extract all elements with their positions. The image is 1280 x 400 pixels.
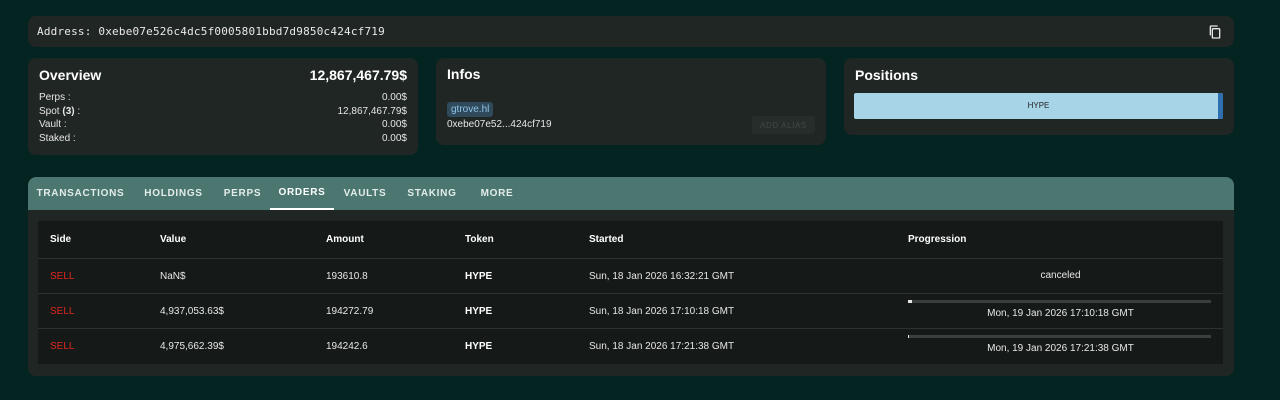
activity-panel: TRANSACTIONS HOLDINGS PERPS ORDERS VAULT… [28, 177, 1234, 376]
position-bar-tail [1218, 93, 1223, 119]
header-side: Side [50, 234, 72, 245]
overview-label: Spot (3) : [39, 105, 80, 119]
amount-cell: 194242.6 [326, 340, 368, 352]
overview-row-perps: Perps : 0.00$ [39, 91, 407, 105]
token-cell[interactable]: HYPE [465, 329, 492, 363]
positions-title: Positions [855, 67, 919, 83]
spot-label-suffix: : [74, 105, 81, 117]
started-cell: Sun, 18 Jan 2026 17:21:38 GMT [589, 340, 735, 352]
tab-transactions[interactable]: TRANSACTIONS [29, 177, 132, 210]
header-token: Token [465, 234, 494, 245]
token-cell[interactable]: HYPE [465, 259, 492, 293]
amount-cell: 193610.8 [326, 270, 368, 282]
value-cell: NaN$ [160, 270, 186, 282]
token-cell[interactable]: HYPE [465, 294, 492, 328]
tab-orders[interactable]: ORDERS [270, 177, 334, 210]
table-row[interactable]: SELL 4,975,662.39$ 194242.6 HYPE Sun, 18… [38, 328, 1223, 363]
progress-fill [908, 300, 912, 303]
overview-card: Overview 12,867,467.79$ Perps : 0.00$ Sp… [28, 58, 418, 155]
add-alias-button[interactable]: ADD ALIAS [752, 116, 815, 134]
wallet-address: Address: 0xebe07e526c4dc5f0005801bbd7d98… [37, 25, 385, 38]
progress-bar [908, 300, 1211, 303]
orders-table: Side Value Amount Token Started Progress… [38, 221, 1223, 364]
table-row[interactable]: SELL 4,937,053.63$ 194272.79 HYPE Sun, 1… [38, 293, 1223, 328]
table-header: Side Value Amount Token Started Progress… [38, 221, 1223, 258]
overview-title: Overview [39, 66, 102, 83]
infos-card: Infos gtrove.hl 0xebe07e52...424cf719 AD… [436, 58, 826, 145]
progression-end-date: Mon, 19 Jan 2026 17:10:18 GMT [987, 308, 1134, 319]
spot-count: (3) [62, 105, 75, 117]
value-cell: 4,975,662.39$ [160, 340, 224, 352]
side-cell: SELL [50, 340, 75, 352]
progress-fill [908, 335, 910, 338]
overview-total: 12,867,467.79$ [309, 66, 407, 83]
spot-label: Spot [39, 105, 63, 117]
overview-row-vault: Vault : 0.00$ [39, 118, 407, 132]
overview-value: 12,867,467.79$ [337, 105, 407, 117]
tab-bar: TRANSACTIONS HOLDINGS PERPS ORDERS VAULT… [28, 177, 1234, 210]
overview-value: 0.00$ [381, 119, 407, 130]
progression-status: canceled [1040, 270, 1081, 281]
overview-row-spot: Spot (3) : 12,867,467.79$ [39, 105, 407, 119]
overview-label: Staked : [39, 132, 76, 144]
header-amount: Amount [326, 234, 364, 245]
position-bar-hype[interactable]: HYPE [854, 93, 1223, 119]
value-cell: 4,937,053.63$ [160, 305, 224, 317]
amount-cell: 194272.79 [326, 305, 374, 317]
side-cell: SELL [50, 305, 75, 317]
started-cell: Sun, 18 Jan 2026 17:10:18 GMT [589, 305, 735, 317]
table-row[interactable]: SELL NaN$ 193610.8 HYPE Sun, 18 Jan 2026… [38, 258, 1223, 293]
tab-vaults[interactable]: VAULTS [334, 177, 396, 210]
progress-bar [908, 335, 1211, 338]
overview-rows: Perps : 0.00$ Spot (3) : 12,867,467.79$ … [39, 91, 407, 145]
progression-end-date: Mon, 19 Jan 2026 17:21:38 GMT [987, 343, 1134, 354]
infos-title: Infos [447, 66, 481, 82]
overview-row-staked: Staked : 0.00$ [39, 132, 407, 146]
position-bar-label: HYPE [1027, 101, 1050, 110]
header-value: Value [160, 234, 187, 245]
started-cell: Sun, 18 Jan 2026 16:32:21 GMT [589, 270, 735, 282]
overview-value: 0.00$ [381, 92, 407, 103]
header-started: Started [589, 234, 624, 245]
alias-badge[interactable]: gtrove.hl [447, 102, 494, 117]
side-cell: SELL [50, 270, 75, 282]
copy-icon[interactable] [1207, 24, 1223, 40]
tab-holdings[interactable]: HOLDINGS [132, 177, 215, 210]
tab-staking[interactable]: STAKING [396, 177, 468, 210]
positions-card: Positions HYPE [844, 58, 1234, 135]
tab-perps[interactable]: PERPS [215, 177, 270, 210]
overview-value: 0.00$ [381, 132, 407, 144]
overview-label: Vault : [39, 119, 67, 130]
tab-more[interactable]: MORE [468, 177, 526, 210]
overview-label: Perps : [39, 92, 71, 103]
short-address: 0xebe07e52...424cf719 [447, 119, 552, 130]
address-bar: Address: 0xebe07e526c4dc5f0005801bbd7d98… [28, 16, 1234, 47]
header-progression: Progression [908, 234, 967, 245]
